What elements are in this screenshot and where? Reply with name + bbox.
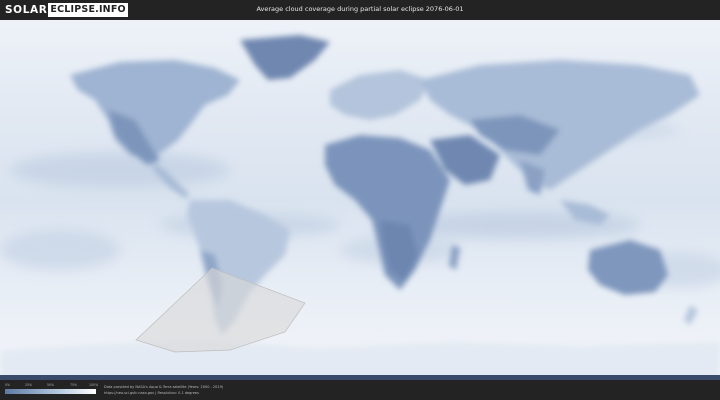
legend-color-scale [5, 389, 96, 394]
legend-label-50: 50% [47, 383, 55, 387]
legend-label-0: 0% [5, 383, 11, 387]
cloud-coverage-map [0, 20, 720, 380]
legend-label-75: 75% [70, 383, 78, 387]
footer-bar: 0% 25% 50% 75% 100% Data provided by NAS… [0, 380, 720, 400]
page-title: Average cloud coverage during partial so… [256, 5, 464, 13]
data-credit: Data provided by NASA's Aqua & Terra sat… [104, 385, 224, 389]
header-bar: SOLAR ECLIPSE.INFO Average cloud coverag… [0, 0, 720, 20]
legend-label-25: 25% [25, 383, 33, 387]
legend-label-100: 100% [89, 383, 99, 387]
data-source-link[interactable]: https://neo.sci.gsfc.nasa.gov | Resoluti… [104, 391, 199, 395]
